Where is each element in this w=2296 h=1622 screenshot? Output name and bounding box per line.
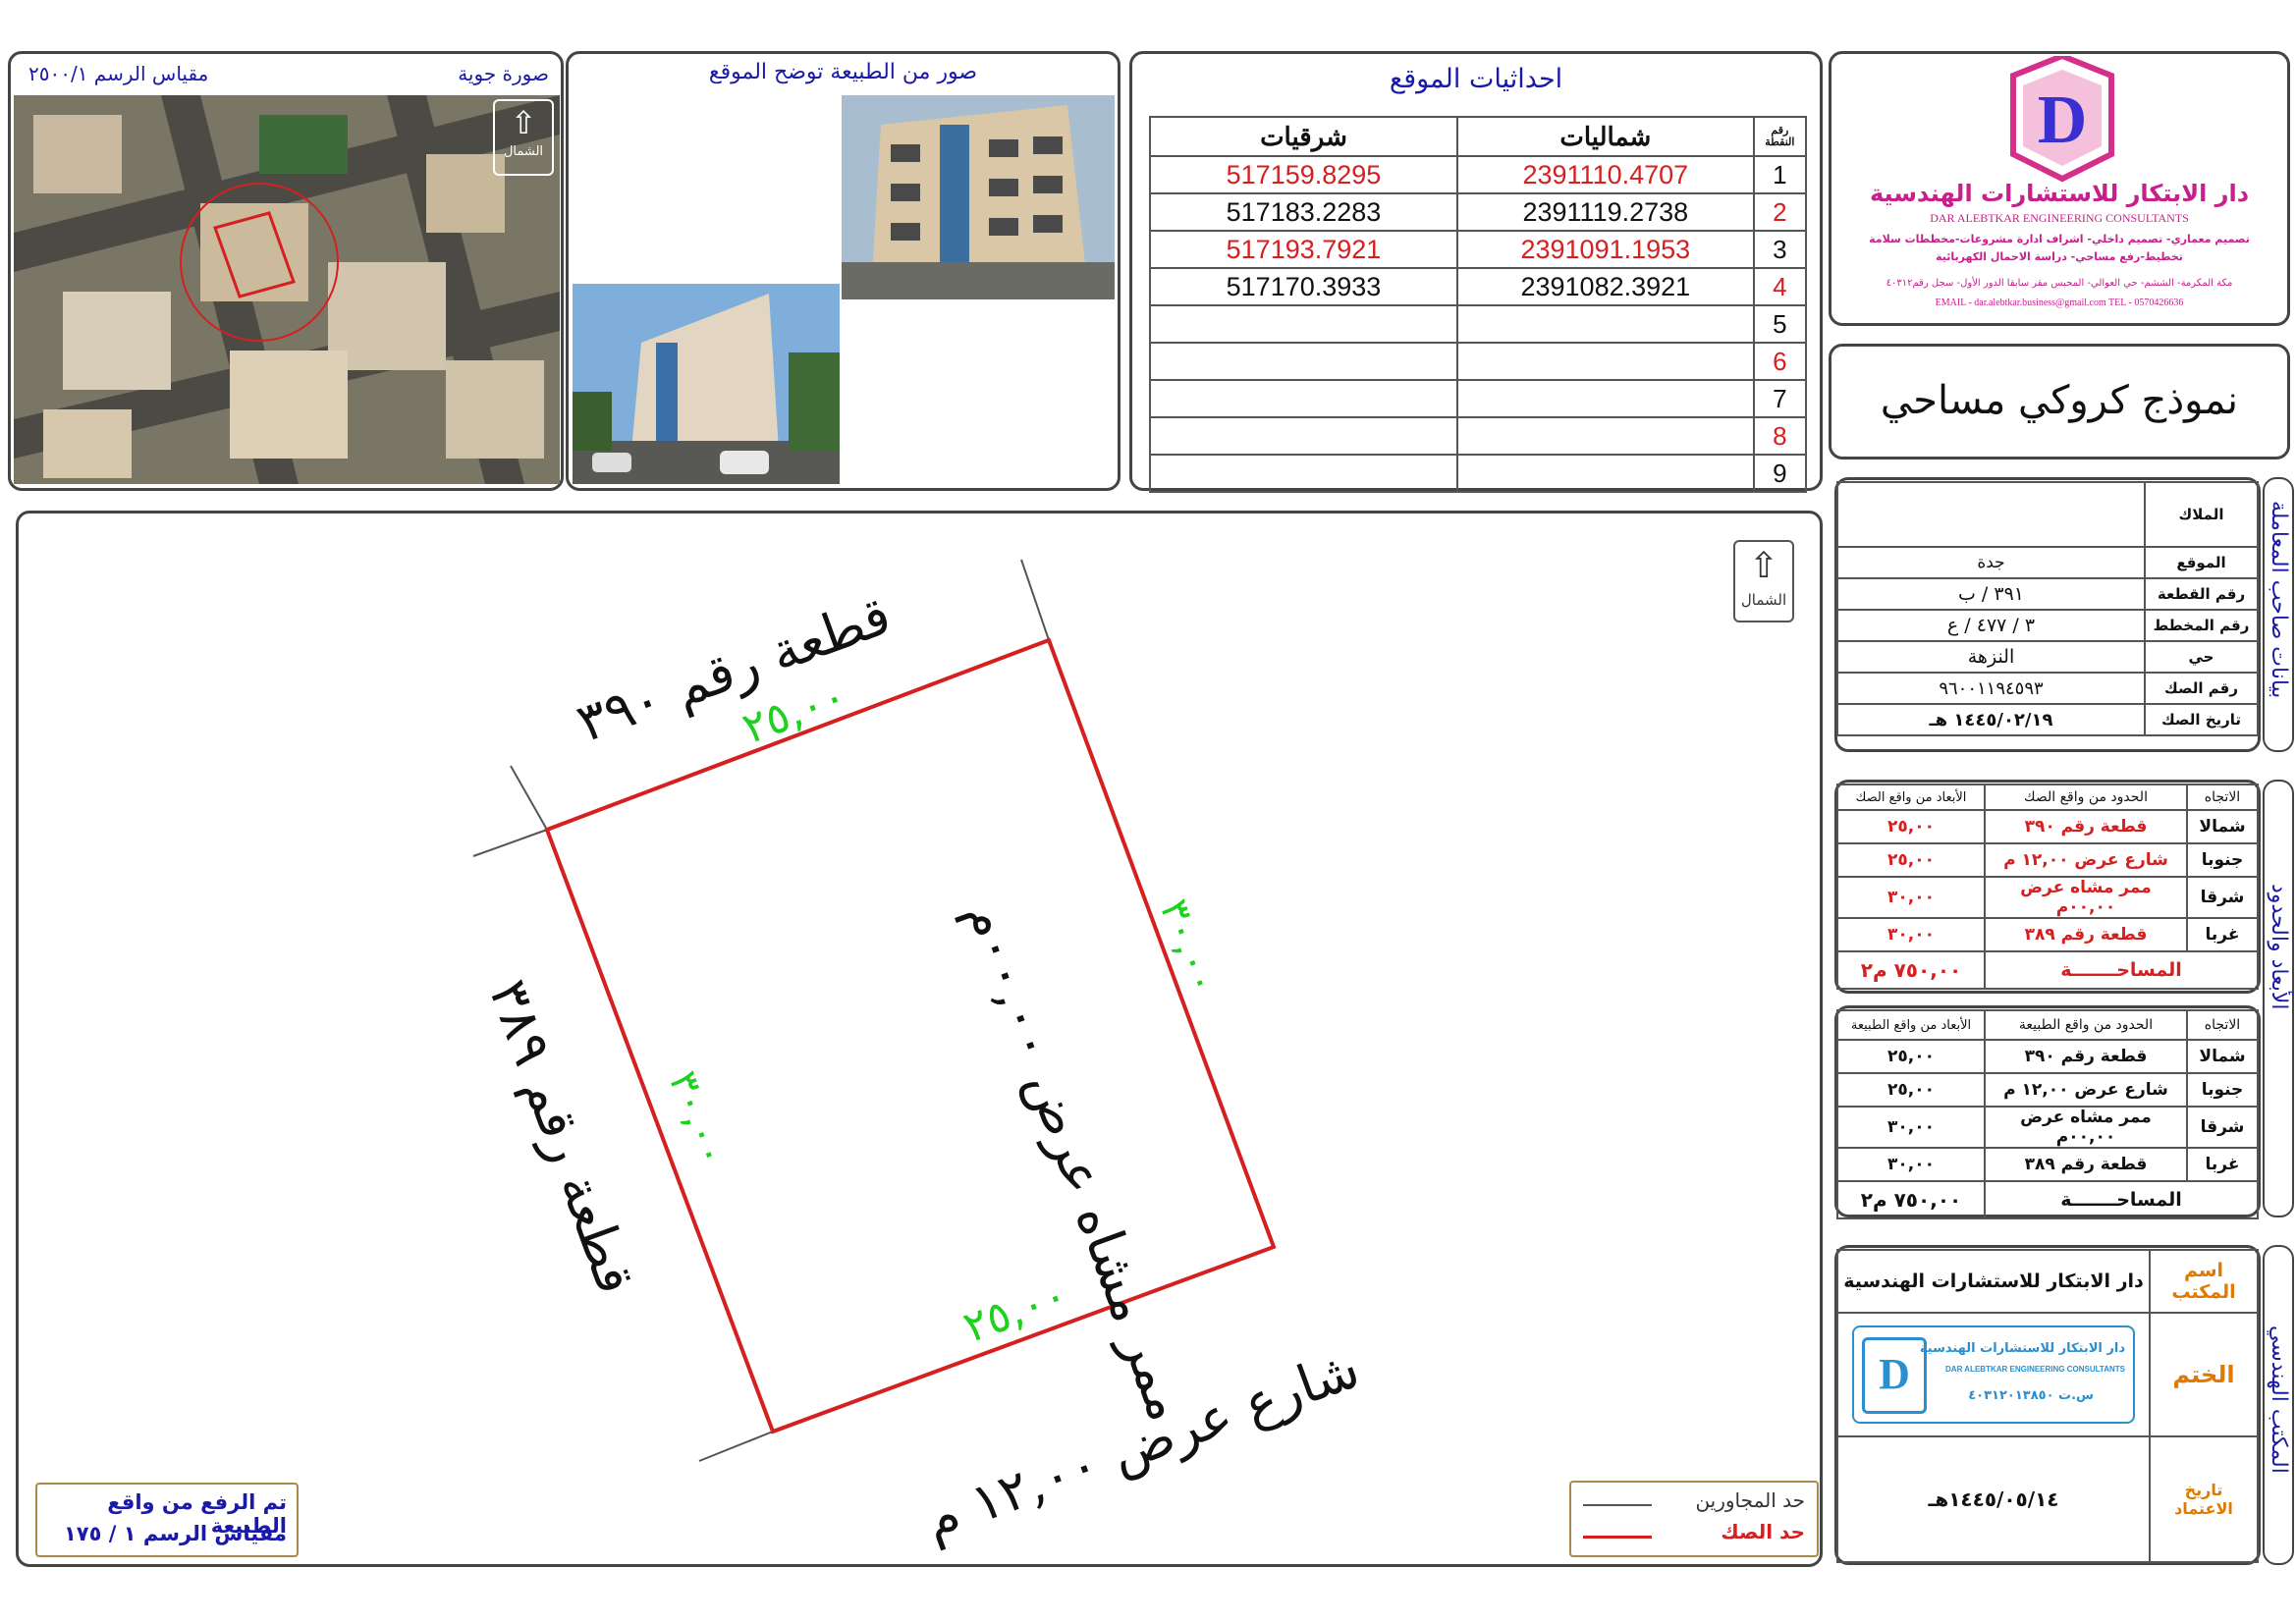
extension-line [1020, 559, 1050, 641]
extension-line [698, 1431, 774, 1462]
extension-line [510, 765, 548, 831]
legend-neighbors-label: حد المجاورين [1695, 1488, 1805, 1512]
legend-neighbors-line [1583, 1504, 1652, 1506]
legend-box: حد المجاورين حد الصك [1569, 1481, 1819, 1557]
extension-line [472, 829, 548, 857]
legend-deed-line [1583, 1536, 1652, 1539]
parcel-boundary [544, 637, 1277, 1434]
survey-note-box: تم الرفع من واقع الطبيعة مقياس الرسم ١ /… [35, 1483, 299, 1557]
plan-scale-note: مقياس الرسم ١ / ١٧٥ [63, 1522, 287, 1545]
legend-deed-label: حد الصك [1721, 1520, 1805, 1543]
